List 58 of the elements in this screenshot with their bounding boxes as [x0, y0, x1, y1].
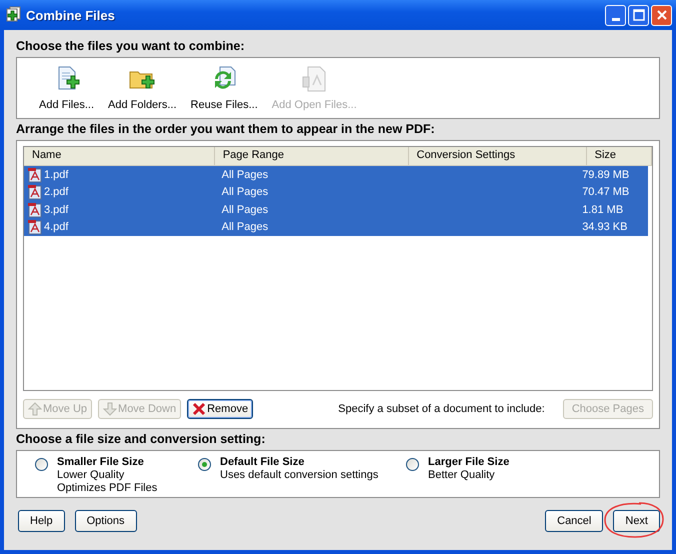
footer-button[interactable]: Options: [74, 510, 137, 532]
page-range-cell-text: All Pages: [220, 221, 270, 234]
section-heading: Choose the files you want to combine:: [16, 39, 246, 53]
pdf-file-icon: [27, 219, 43, 236]
size-cell-text: 70.47 MB: [581, 186, 630, 198]
minimize-icon: [612, 18, 620, 20]
pdf-file-icon: [27, 184, 43, 200]
toolbar-button[interactable]: Add Files...: [35, 63, 98, 113]
pdf-file-icon: [27, 202, 43, 218]
minimize-button[interactable]: [605, 4, 626, 26]
window-title: Combine Files: [26, 8, 115, 22]
maximize-button[interactable]: [628, 4, 649, 26]
file-name: 1.pdf: [44, 168, 68, 181]
column-header[interactable]: Conversion Settings: [408, 147, 587, 165]
option-description: Better Quality: [428, 469, 496, 482]
size-cell-text: 79.89 MB: [581, 168, 630, 181]
toolbar-button[interactable]: Add Folders...: [104, 63, 181, 113]
up-arrow-icon: [28, 402, 42, 416]
file-name: 2.pdf: [44, 186, 68, 198]
radio-button[interactable]: [406, 458, 419, 471]
close-icon: [656, 9, 668, 21]
section-heading: Arrange the files in the order you want them to appear in the new PDF:: [16, 122, 436, 136]
option-description: Lower Quality: [57, 469, 126, 482]
file-name: 3.pdf: [44, 204, 68, 216]
subset-label: Specify a subset of a document to include:: [338, 403, 545, 415]
page-range-cell-text: All Pages: [220, 204, 270, 216]
size-cell-text: 1.81 MB: [581, 204, 624, 216]
document-icon: [300, 65, 328, 93]
file-row[interactable]: 1.pdf All Pages 79.89 MB: [24, 166, 648, 184]
option-description: Optimizes PDF Files: [57, 482, 158, 495]
toolbar-button[interactable]: Reuse Files...: [186, 63, 262, 113]
column-header[interactable]: Name: [24, 147, 215, 165]
down-arrow-icon: [103, 402, 118, 416]
footer-button[interactable]: Cancel: [545, 510, 604, 532]
file-row[interactable]: 3.pdf All Pages 1.81 MB: [24, 201, 648, 218]
section-heading: Choose a file size and conversion setting:: [16, 432, 266, 446]
option-description: Uses default conversion settings: [220, 469, 378, 482]
radio-button[interactable]: [35, 458, 48, 471]
file-name: 4.pdf: [44, 221, 68, 234]
option-title: Default File Size: [220, 456, 306, 469]
option-title: Larger File Size: [428, 456, 510, 469]
remove-button[interactable]: Remove: [187, 399, 254, 419]
file-row[interactable]: 4.pdf All Pages 34.93 KB: [24, 218, 648, 236]
radio-button[interactable]: [198, 458, 211, 471]
remove-icon: [192, 402, 206, 416]
column-header[interactable]: Page Range: [214, 147, 409, 165]
footer-button[interactable]: Help: [18, 510, 65, 532]
column-header[interactable]: Size: [586, 147, 652, 165]
page-range-cell-text: All Pages: [220, 168, 270, 181]
footer-button[interactable]: Next: [613, 510, 660, 532]
size-cell-text: 34.93 KB: [581, 221, 628, 234]
pdf-file-icon: [27, 166, 43, 183]
file-row[interactable]: 2.pdf All Pages 70.47 MB: [24, 184, 648, 201]
page-range-cell-text: All Pages: [220, 186, 270, 198]
combine-files-icon: [4, 6, 22, 24]
maximize-icon: [632, 9, 644, 21]
option-title: Smaller File Size: [57, 456, 145, 469]
close-button[interactable]: [651, 4, 672, 26]
